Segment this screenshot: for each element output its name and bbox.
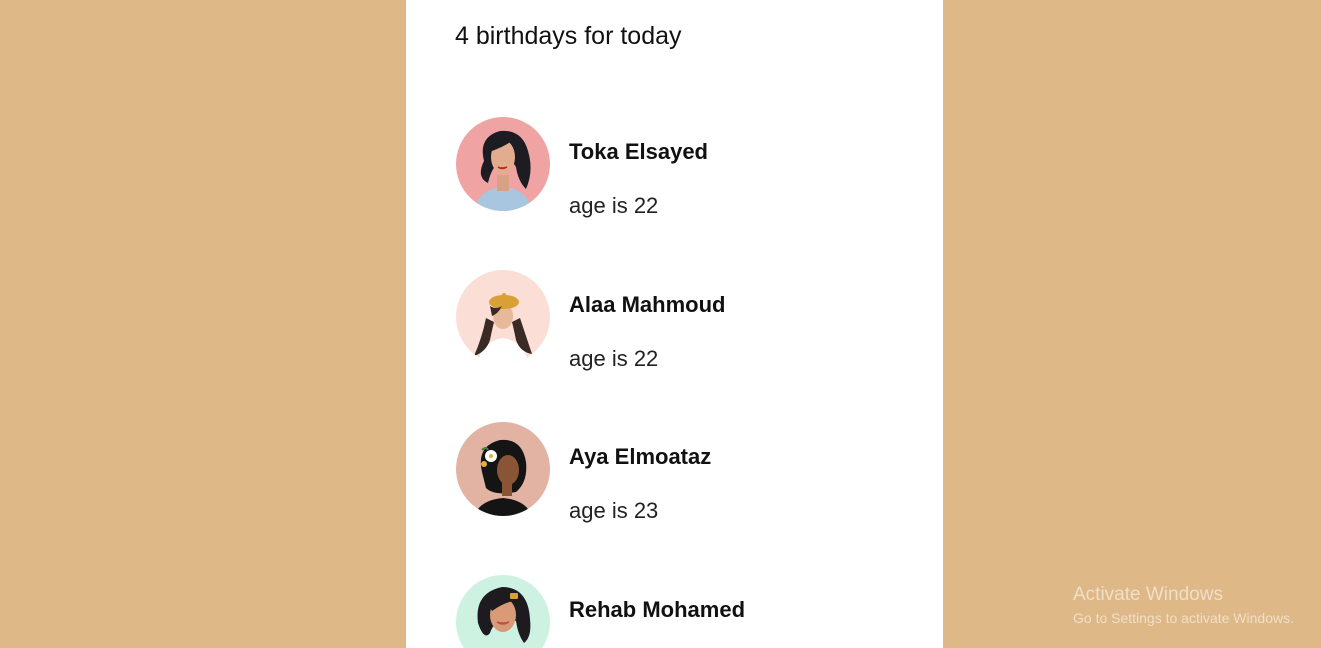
person-name: Toka Elsayed	[569, 139, 708, 164]
woman-avatar-icon	[456, 117, 550, 211]
person-name: Rehab Mohamed	[569, 597, 746, 622]
watermark-subtitle: Go to Settings to activate Windows.	[1073, 610, 1294, 626]
list-item: Rehab Mohamed	[456, 575, 936, 648]
page: 4 birthdays for today Toka Elsayed age i…	[0, 0, 1321, 648]
person-name: Aya Elmoataz	[569, 444, 712, 469]
windows-activation-watermark: Activate Windows Go to Settings to activ…	[1073, 584, 1294, 628]
person-age: age is 22	[569, 193, 659, 218]
list-item: Toka Elsayed age is 22	[456, 117, 936, 218]
list-item: Aya Elmoataz age is 23	[456, 422, 936, 523]
person-age: age is 22	[569, 346, 659, 371]
woman-beret-avatar-icon	[456, 270, 550, 364]
person-age: age is 23	[569, 498, 659, 523]
woman-clip-avatar-icon	[456, 575, 550, 648]
page-title: 4 birthdays for today	[455, 22, 682, 50]
person-name: Alaa Mahmoud	[569, 292, 726, 317]
woman-flower-avatar-icon	[456, 422, 550, 516]
birthday-card: 4 birthdays for today Toka Elsayed age i…	[406, 0, 943, 648]
list-item: Alaa Mahmoud age is 22	[456, 270, 936, 371]
watermark-title: Activate Windows	[1073, 584, 1223, 605]
